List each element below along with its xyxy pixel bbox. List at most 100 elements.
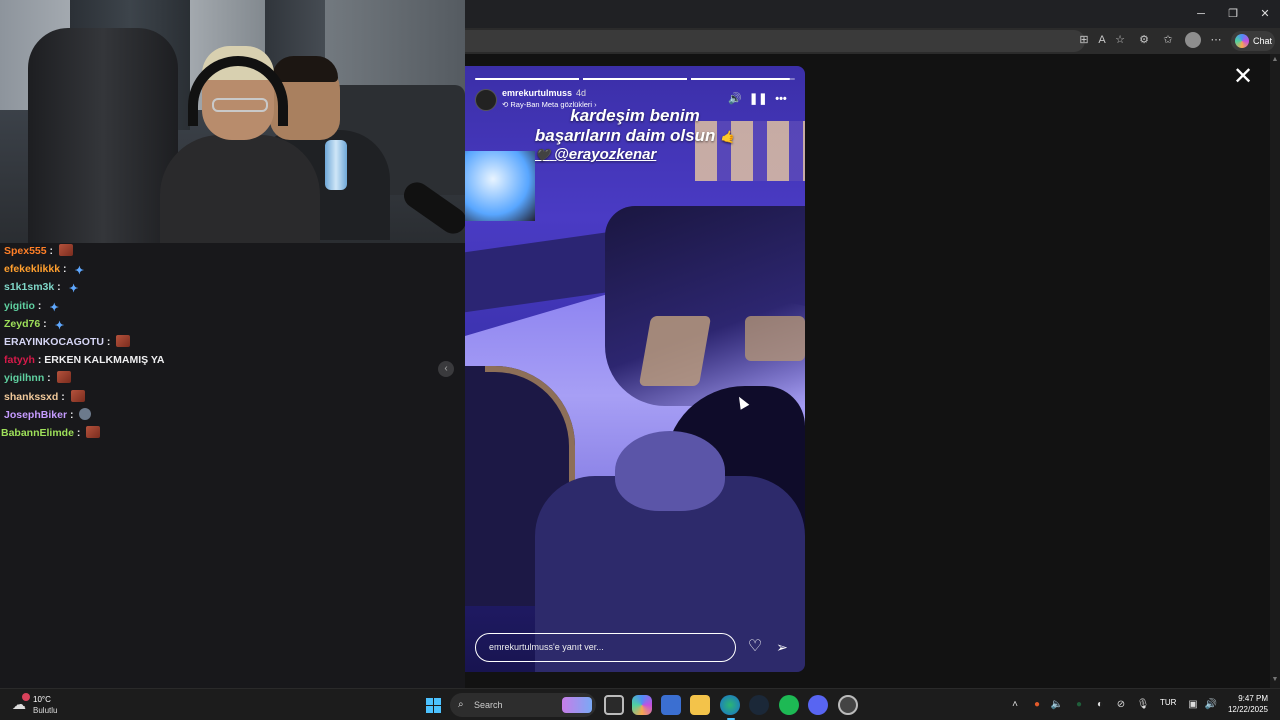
hand-emoji: 🤙: [720, 130, 736, 144]
copilot-taskbar-icon[interactable]: [632, 695, 652, 715]
language-indicator[interactable]: TUR: [1160, 698, 1176, 707]
story-username-text: emrekurtulmuss: [502, 88, 573, 98]
volume-tray-icon[interactable]: 🔊: [1204, 698, 1218, 712]
chat-username[interactable]: efekeklikkk: [4, 263, 60, 275]
tray-app-icon-2[interactable]: ●: [1072, 698, 1086, 712]
chat-colon: :: [58, 390, 68, 403]
story-reply-input[interactable]: emrekurtulmuss'e yanıt ver...: [475, 633, 736, 662]
story-caption-line1: kardeşim benim: [570, 106, 700, 125]
search-label: Search: [474, 700, 503, 710]
progress-separator: [579, 78, 583, 80]
scroll-up-arrow[interactable]: ▲: [1270, 56, 1280, 66]
instagram-story[interactable]: emrekurtulmuss 4d ⟲ Ray-Ban Meta gözlükle…: [465, 66, 805, 672]
address-bar[interactable]: [465, 30, 1085, 52]
story-time: 4d: [576, 88, 587, 98]
chat-colon: :: [34, 354, 45, 367]
chat-username[interactable]: JosephBiker: [4, 409, 67, 421]
chat-message: fatyyh : ERKEN KALKMAMIŞ YA: [4, 353, 164, 367]
chat-username[interactable]: Spex555: [4, 245, 47, 257]
chat-message: JosephBiker :: [4, 407, 92, 422]
story-caption-line2: başarıların daim olsun 🤙: [465, 126, 805, 146]
chat-message: Spex555 :: [4, 244, 73, 258]
chat-message: BabannElimde :: [1, 426, 101, 440]
story-username[interactable]: emrekurtulmuss 4d: [502, 88, 586, 98]
file-explorer-icon[interactable]: [690, 695, 710, 715]
edge-browser-icon[interactable]: [720, 695, 740, 715]
story-progress-fill: [475, 78, 790, 80]
story-close-icon[interactable]: ✕: [1232, 65, 1254, 89]
weather-condition[interactable]: Bulutlu: [33, 706, 57, 715]
chat-message: s1k1sm3k : ✦: [4, 280, 81, 295]
favorite-star-icon[interactable]: ☆: [1113, 33, 1127, 47]
app-available-icon[interactable]: ⊞: [1077, 33, 1091, 47]
spotify-icon[interactable]: [779, 695, 799, 715]
chat-username[interactable]: ERAYINKOCAGOTU: [4, 336, 104, 348]
chat-username[interactable]: yigilhnn: [4, 372, 44, 384]
restore-button[interactable]: ❐: [1225, 6, 1241, 22]
scroll-down-arrow[interactable]: ▼: [1270, 676, 1280, 686]
water-bottle: [325, 140, 347, 190]
send-icon[interactable]: ➢: [773, 638, 791, 656]
chat-message: ERAYINKOCAGOTU :: [4, 335, 131, 349]
streamer: [150, 46, 320, 243]
stage-screen: [465, 151, 535, 221]
obs-icon[interactable]: [838, 695, 858, 715]
favorites-icon[interactable]: ✩: [1161, 33, 1175, 47]
browser-titlebar: ─ ❐ ✕: [465, 0, 1280, 28]
chat-colon: :: [67, 408, 77, 421]
chat-colon: :: [60, 263, 70, 276]
network-icon[interactable]: ▣: [1186, 698, 1200, 712]
story-caption-line2-text: başarıların daim olsun: [534, 126, 716, 145]
discord-icon[interactable]: [808, 695, 828, 715]
copilot-chat-label: Chat: [1253, 36, 1273, 46]
volume-icon[interactable]: 🔊: [727, 92, 743, 106]
steam-icon[interactable]: [749, 695, 769, 715]
streamer-body: [160, 135, 320, 243]
chat-emote-icon: [70, 389, 85, 402]
chat-username[interactable]: yigitio: [4, 300, 35, 312]
taskbar-search[interactable]: ⌕ Search: [450, 693, 596, 717]
chat-username[interactable]: fatyyh: [4, 354, 35, 366]
start-button[interactable]: [426, 698, 441, 713]
tray-network-off-icon[interactable]: ⊘: [1114, 698, 1128, 712]
chat-colon: :: [46, 245, 56, 257]
read-aloud-icon[interactable]: A: [1095, 33, 1109, 47]
chat-username[interactable]: shankssxd: [4, 391, 58, 403]
minimize-button[interactable]: ─: [1193, 6, 1209, 22]
chat-colon: :: [40, 317, 50, 330]
weather-badge: [22, 693, 30, 701]
chat-message-text: ERKEN KALKMAMIŞ YA: [44, 354, 165, 367]
copilot-chat-button[interactable]: Chat: [1231, 31, 1275, 51]
collapse-arrow-icon[interactable]: ‹: [438, 361, 454, 377]
audience-seats: [605, 206, 805, 406]
search-icon: ⌕: [458, 699, 464, 710]
more-options-icon[interactable]: •••: [773, 92, 789, 106]
window-close-button[interactable]: ✕: [1257, 6, 1273, 22]
pause-icon[interactable]: ❚❚: [749, 92, 767, 106]
tray-app-icon[interactable]: ●: [1030, 698, 1044, 712]
like-heart-icon[interactable]: ♡: [746, 638, 764, 656]
chat-message: Zeyd76 : ✦: [4, 317, 67, 332]
chat-username[interactable]: Zeyd76: [4, 318, 40, 330]
more-menu-icon[interactable]: ⋯: [1209, 33, 1223, 47]
vertical-scrollbar[interactable]: [1270, 54, 1280, 688]
windows-taskbar: ☁ 10°C Bulutlu ⌕ Search ˄ ● 🔈 ● ◐ ⊘ 🎙 TU…: [0, 688, 1280, 720]
extensions-icon[interactable]: ⚙: [1137, 33, 1151, 47]
story-mention[interactable]: 🖤 @erayozkenar: [535, 146, 656, 163]
chat-colon: :: [44, 372, 54, 385]
tray-overflow-chevron-icon[interactable]: ˄: [1008, 698, 1022, 712]
chat-username[interactable]: BabannElimde: [1, 427, 74, 439]
clock-time[interactable]: 9:47 PM: [1226, 694, 1268, 703]
clock-date[interactable]: 12/22/2025: [1222, 705, 1268, 714]
chat-username[interactable]: s1k1sm3k: [4, 281, 54, 293]
store-icon[interactable]: [661, 695, 681, 715]
profile-avatar[interactable]: [1185, 32, 1201, 48]
chat-message: yigilhnn :: [4, 371, 71, 385]
weather-temp[interactable]: 10°C: [33, 695, 51, 704]
story-progress-bar: [475, 78, 795, 80]
microphone-icon[interactable]: 🎙: [1136, 698, 1150, 712]
foreground-head: [615, 431, 725, 511]
tray-audio-icon[interactable]: 🔈: [1050, 698, 1064, 712]
task-view-icon[interactable]: [604, 695, 624, 715]
tray-steam-icon[interactable]: ◐: [1093, 698, 1107, 712]
